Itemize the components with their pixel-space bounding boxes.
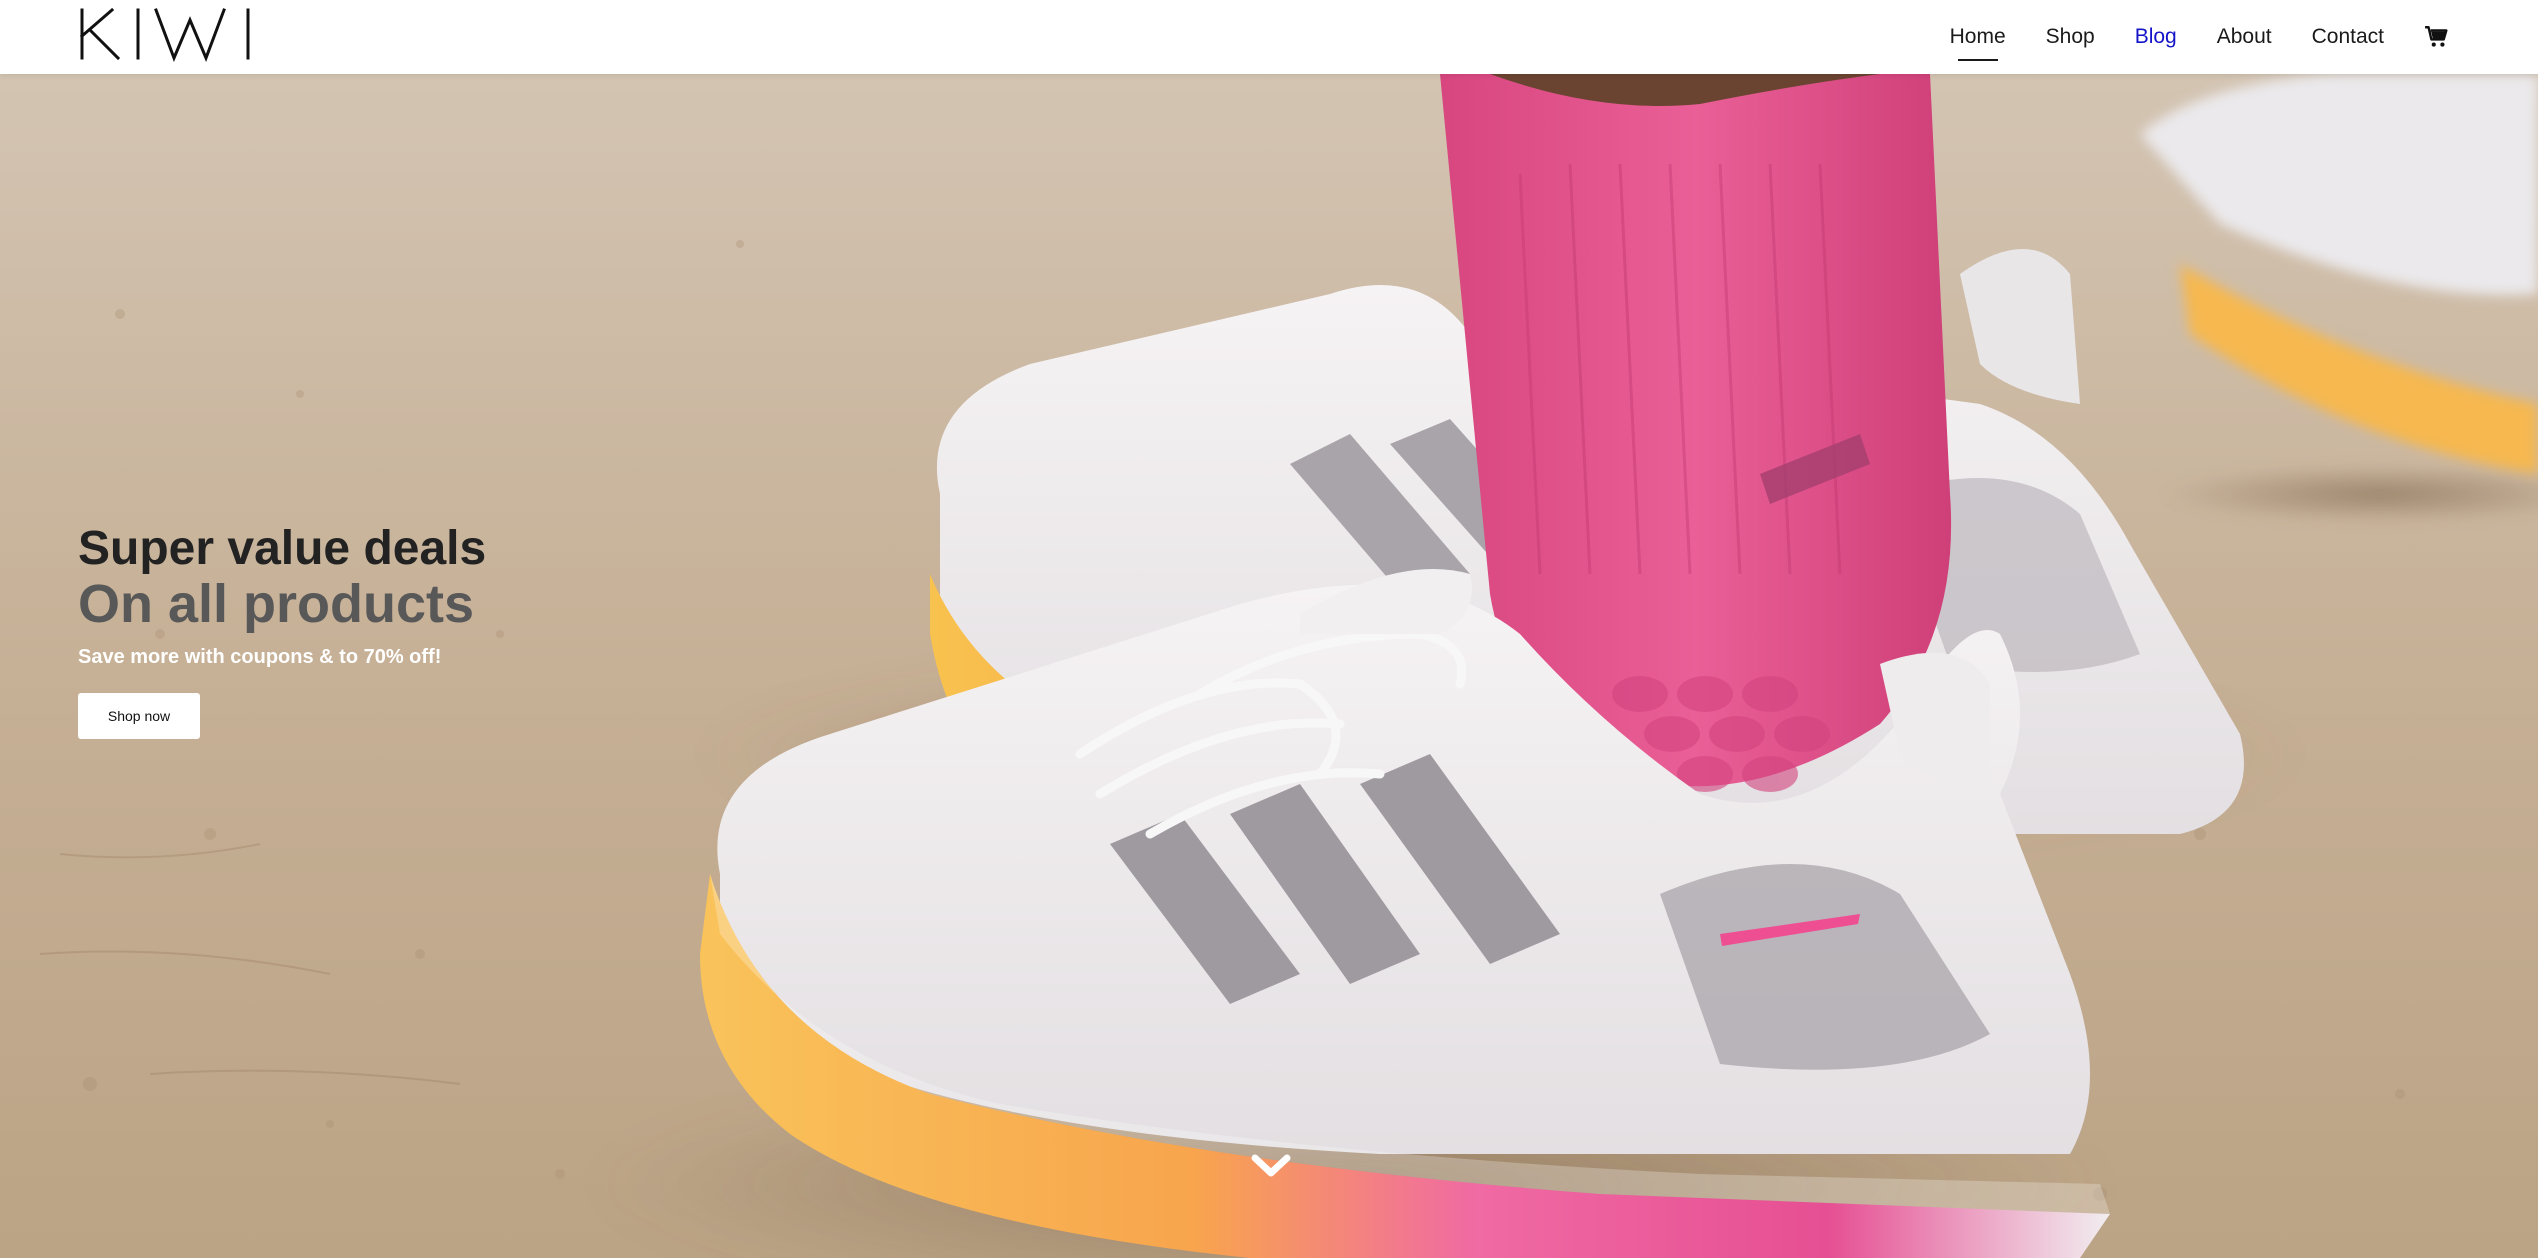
cart-button[interactable] — [2424, 20, 2450, 50]
site-header: Home Shop Blog About Contact — [0, 0, 2538, 74]
nav-contact[interactable]: Contact — [2312, 25, 2384, 49]
hero-title: Super value deals — [78, 522, 487, 575]
nav-about[interactable]: About — [2217, 25, 2272, 49]
chevron-down-icon[interactable] — [1250, 1152, 1292, 1180]
hero-tagline: Save more with coupons & to 70% off! — [78, 646, 442, 668]
nav-shop[interactable]: Shop — [2046, 25, 2095, 49]
shop-now-button[interactable]: Shop now — [78, 693, 200, 739]
hero-subtitle: On all products — [78, 574, 475, 634]
kiwi-logo — [79, 7, 250, 62]
nav-blog[interactable]: Blog — [2135, 25, 2177, 49]
main-nav: Home Shop Blog About Contact — [1950, 0, 2450, 74]
cart-icon — [2425, 25, 2448, 47]
hero-section: Super value deals On all products Save m… — [0, 74, 2538, 1258]
hero-text-block: Super value deals On all products Save m… — [78, 522, 486, 739]
nav-home[interactable]: Home — [1950, 25, 2006, 49]
